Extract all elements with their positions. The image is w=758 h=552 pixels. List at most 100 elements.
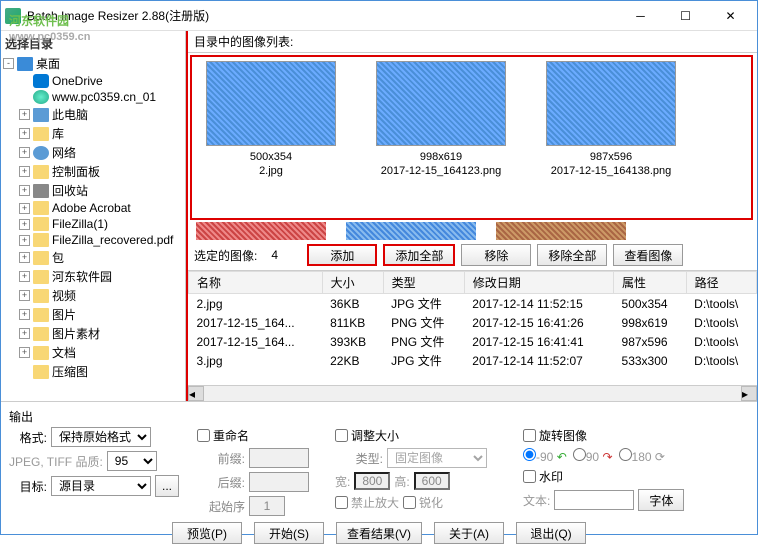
- directory-tree[interactable]: -桌面OneDrivewww.pc0359.cn_01+此电脑+库+网络+控制面…: [1, 54, 185, 381]
- expand-icon[interactable]: +: [19, 219, 30, 230]
- preview-button[interactable]: 预览(P): [172, 522, 242, 544]
- tree-label: 此电脑: [52, 106, 88, 123]
- tree-label: Adobe Acrobat: [52, 201, 131, 215]
- table-header[interactable]: 类型: [383, 272, 464, 294]
- add-all-button[interactable]: 添加全部: [383, 244, 455, 266]
- expand-icon[interactable]: +: [19, 147, 30, 158]
- tree-item[interactable]: +FileZilla(1): [3, 216, 185, 232]
- horizontal-scrollbar[interactable]: ◂ ▸: [188, 385, 757, 401]
- tree-item[interactable]: +河东软件园: [3, 267, 185, 286]
- quality-select[interactable]: 95: [107, 451, 157, 471]
- minimize-button[interactable]: ─: [618, 2, 663, 30]
- maximize-button[interactable]: ☐: [663, 2, 708, 30]
- tree-item[interactable]: +图片: [3, 305, 185, 324]
- remove-button[interactable]: 移除: [461, 244, 531, 266]
- scroll-right-icon[interactable]: ▸: [741, 386, 757, 401]
- tree-item[interactable]: +回收站: [3, 181, 185, 200]
- height-input[interactable]: [414, 472, 450, 490]
- tree-item[interactable]: +包: [3, 248, 185, 267]
- rotate-checkbox[interactable]: 旋转图像: [523, 427, 703, 444]
- expand-icon[interactable]: +: [19, 290, 30, 301]
- tree-item[interactable]: +网络: [3, 143, 185, 162]
- rename-checkbox[interactable]: 重命名: [197, 427, 317, 444]
- rotate-p90-radio[interactable]: 90 ↷: [573, 448, 613, 464]
- rotate-180-radio[interactable]: 180 ⟳: [619, 448, 665, 464]
- suffix-input[interactable]: [249, 472, 309, 492]
- tree-item[interactable]: -桌面: [3, 54, 185, 73]
- folder-icon: [33, 217, 49, 231]
- expand-icon[interactable]: +: [19, 128, 30, 139]
- thumbnail-item[interactable]: 500x3542.jpg: [196, 61, 346, 214]
- expand-icon[interactable]: +: [19, 271, 30, 282]
- target-select[interactable]: 源目录: [51, 476, 151, 496]
- tree-item[interactable]: +库: [3, 124, 185, 143]
- window-title: Batch Image Resizer 2.88(注册版): [27, 7, 618, 24]
- add-button[interactable]: 添加: [307, 244, 377, 266]
- folder-icon: [33, 346, 49, 360]
- table-cell: 2017-12-14 11:52:07: [464, 351, 613, 370]
- format-select[interactable]: 保持原始格式: [51, 427, 151, 447]
- startnum-input[interactable]: [249, 496, 285, 516]
- expand-icon[interactable]: +: [19, 309, 30, 320]
- thumbnail-item[interactable]: 987x5962017-12-15_164138.png: [536, 61, 686, 214]
- rotate-m90-radio[interactable]: -90 ↶: [523, 448, 567, 464]
- noenlarge-checkbox[interactable]: 禁止放大: [335, 494, 399, 511]
- table-cell: 3.jpg: [189, 351, 323, 370]
- view-image-button[interactable]: 查看图像: [613, 244, 683, 266]
- browse-button[interactable]: ...: [155, 475, 179, 497]
- content-area: 目录中的图像列表: 500x3542.jpg998x6192017-12-15_…: [186, 31, 757, 401]
- expand-icon[interactable]: +: [19, 166, 30, 177]
- sharpen-checkbox[interactable]: 锐化: [403, 494, 443, 511]
- tree-item[interactable]: +图片素材: [3, 324, 185, 343]
- tree-item[interactable]: www.pc0359.cn_01: [3, 89, 185, 105]
- table-header[interactable]: 大小: [322, 272, 383, 294]
- tree-label: 库: [52, 125, 64, 142]
- thumbnail-grid[interactable]: 500x3542.jpg998x6192017-12-15_164123.png…: [190, 55, 753, 220]
- expand-icon[interactable]: +: [19, 109, 30, 120]
- expand-icon[interactable]: -: [3, 58, 14, 69]
- tree-item[interactable]: +文档: [3, 343, 185, 362]
- prefix-input[interactable]: [249, 448, 309, 468]
- table-header[interactable]: 属性: [614, 272, 687, 294]
- tree-item[interactable]: OneDrive: [3, 73, 185, 89]
- expand-icon[interactable]: +: [19, 328, 30, 339]
- font-button[interactable]: 字体: [638, 489, 684, 511]
- folder-icon: [33, 308, 49, 322]
- tree-item[interactable]: + 此电脑: [3, 105, 185, 124]
- about-button[interactable]: 关于(A): [434, 522, 504, 544]
- exit-button[interactable]: 退出(Q): [516, 522, 586, 544]
- table-header[interactable]: 路径: [686, 272, 756, 294]
- file-table[interactable]: 名称大小类型修改日期属性路径2.jpg36KBJPG 文件2017-12-14 …: [188, 270, 757, 385]
- scroll-left-icon[interactable]: ◂: [188, 386, 204, 401]
- start-button[interactable]: 开始(S): [254, 522, 324, 544]
- tree-item[interactable]: + FileZilla_recovered.pdf: [3, 232, 185, 248]
- resize-type-select[interactable]: 固定图像: [387, 448, 487, 468]
- table-row[interactable]: 2017-12-15_164...393KBPNG 文件2017-12-15 1…: [189, 332, 757, 351]
- tree-label: OneDrive: [52, 74, 103, 88]
- thumbnail-item[interactable]: 998x6192017-12-15_164123.png: [366, 61, 516, 214]
- expand-icon[interactable]: +: [19, 347, 30, 358]
- close-button[interactable]: ✕: [708, 2, 753, 30]
- view-result-button[interactable]: 查看结果(V): [336, 522, 422, 544]
- thumbnail-filename: 2.jpg: [196, 164, 346, 178]
- width-input[interactable]: [354, 472, 390, 490]
- expand-icon[interactable]: +: [19, 235, 30, 246]
- expand-icon[interactable]: +: [19, 252, 30, 263]
- tree-item[interactable]: + Adobe Acrobat: [3, 200, 185, 216]
- expand-icon[interactable]: +: [19, 185, 30, 196]
- remove-all-button[interactable]: 移除全部: [537, 244, 607, 266]
- table-row[interactable]: 2017-12-15_164...811KBPNG 文件2017-12-15 1…: [189, 313, 757, 332]
- table-row[interactable]: 3.jpg22KBJPG 文件2017-12-14 11:52:07533x30…: [189, 351, 757, 370]
- expand-icon[interactable]: +: [19, 203, 30, 214]
- watermark-text-input[interactable]: [554, 490, 634, 510]
- tree-item[interactable]: +视频: [3, 286, 185, 305]
- watermark-checkbox[interactable]: 水印: [523, 468, 703, 485]
- tree-item[interactable]: +控制面板: [3, 162, 185, 181]
- tree-label: FileZilla_recovered.pdf: [52, 233, 173, 247]
- quality-label: JPEG, TIFF 品质:: [9, 453, 103, 470]
- table-header[interactable]: 名称: [189, 272, 323, 294]
- table-row[interactable]: 2.jpg36KBJPG 文件2017-12-14 11:52:15500x35…: [189, 294, 757, 314]
- tree-item[interactable]: 压缩图: [3, 362, 185, 381]
- table-header[interactable]: 修改日期: [464, 272, 613, 294]
- resize-checkbox[interactable]: 调整大小: [335, 427, 505, 444]
